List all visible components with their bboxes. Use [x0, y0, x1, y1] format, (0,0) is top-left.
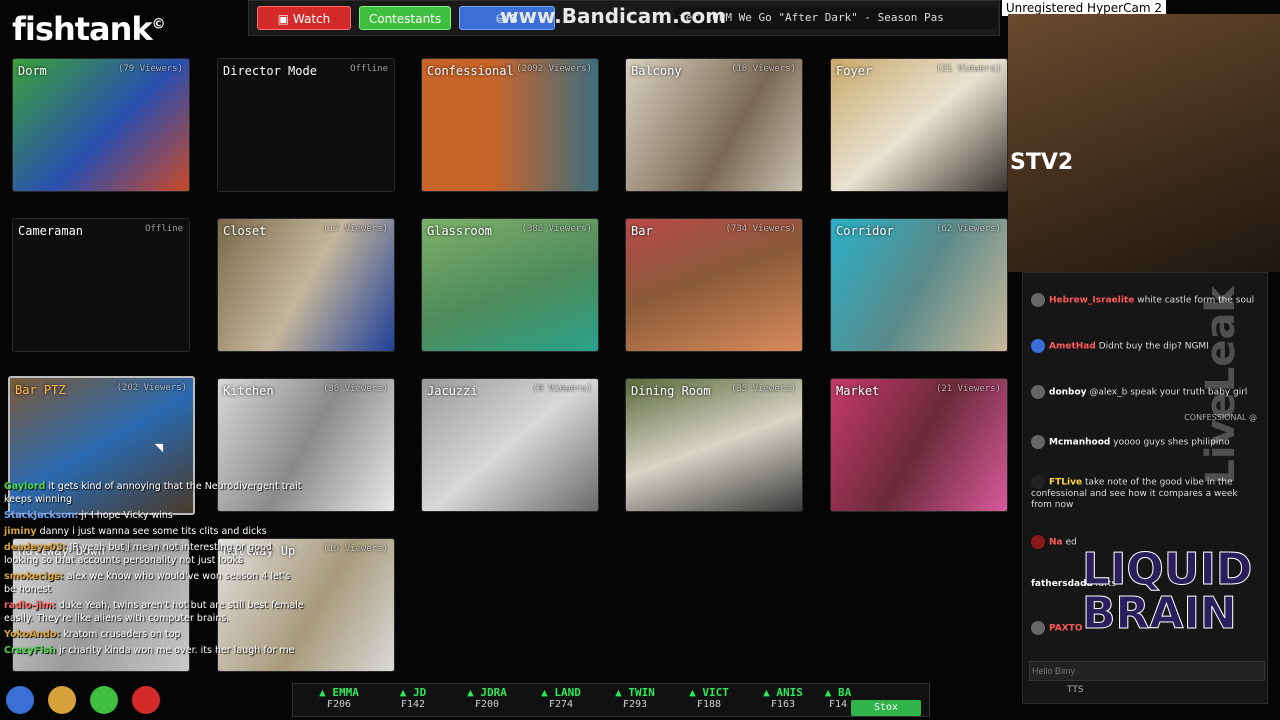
chat-message: jiminy danny i just wanna see some tits …	[4, 526, 267, 537]
badge-icon[interactable]	[6, 686, 34, 714]
chat-message: StackJackson: jr I hope Vicky wins	[4, 510, 173, 521]
avatar	[1031, 435, 1045, 449]
camera-tile[interactable]: Confessional (2092 Viewers)	[421, 58, 599, 192]
recorder-watermark: www.Bandicam.com	[500, 4, 727, 28]
avatar	[1031, 621, 1045, 635]
liveleak-watermark: LiveLeak	[1198, 286, 1244, 485]
badge-icon[interactable]	[132, 686, 160, 714]
avatar	[1031, 535, 1045, 549]
badge-icon[interactable]	[90, 686, 118, 714]
ticker-item[interactable]: ▲ JD ₣142	[377, 686, 449, 710]
chat-message: radio-jim: duke Yeah, twins aren't hot b…	[4, 600, 304, 624]
watch-button[interactable]: ▣ Watch	[257, 6, 351, 30]
camera-tile[interactable]: Bar (734 Viewers)	[625, 218, 803, 352]
liquid-brain-logo: LIQUID BRAIN	[1082, 544, 1253, 639]
camera-tile[interactable]: Cameraman Offline	[12, 218, 190, 352]
ticker-item[interactable]: ▲ EMMA ₣206	[303, 686, 375, 710]
overlay-chat: Gaylord it gets kind of annoying that th…	[4, 480, 304, 660]
avatar	[1031, 293, 1045, 307]
streamer-webcam	[1008, 14, 1280, 272]
tv-icon: ▣	[277, 12, 293, 26]
badge-bar	[0, 682, 170, 720]
ticker-item[interactable]: ▲ JDRA ₣200	[451, 686, 523, 710]
camera-tile[interactable]: Jacuzzi (9 Viewers)	[421, 378, 599, 512]
avatar	[1031, 339, 1045, 353]
camera-tile[interactable]: Balcony (18 Viewers)	[625, 58, 803, 192]
stock-ticker: ▲ EMMA ₣206 ▲ JD ₣142 ▲ JDRA ₣200 ▲ LAND ₣27…	[292, 683, 930, 717]
avatar	[1031, 475, 1045, 489]
chat-message: Gaylord it gets kind of annoying that th…	[4, 481, 302, 505]
ticker-item[interactable]: ▲ VICT ₣188	[673, 686, 745, 710]
chat-message: CrazyFish jr charity kinda won me over. …	[4, 645, 295, 656]
badge-icon[interactable]	[48, 686, 76, 714]
camera-tile[interactable]: Dorm (79 Viewers)	[12, 58, 190, 192]
camera-tile[interactable]: Director Mode Offline	[217, 58, 395, 192]
camera-tile[interactable]: Dining Room (35 Viewers)	[625, 378, 803, 512]
ticker-item[interactable]: ▲ TWIN ₣293	[599, 686, 671, 710]
camera-tile[interactable]: Market (21 Viewers)	[830, 378, 1008, 512]
stox-button[interactable]: Stox	[851, 700, 921, 716]
camera-tile[interactable]: Corridor (62 Viewers)	[830, 218, 1008, 352]
ticker-item[interactable]: ▲ ANIS ₣163	[747, 686, 819, 710]
chat-message: YokoAndo: kratom crusaders on top	[4, 629, 181, 640]
camera-tile[interactable]: Closet (17 Viewers)	[217, 218, 395, 352]
chat-message: deadeye03: JR yeah but i mean not intere…	[4, 542, 272, 566]
contestants-button[interactable]: Contestants	[359, 6, 451, 30]
stv-logo: STV2	[1010, 150, 1074, 175]
camera-tile[interactable]: Foyer (21 Viewers)	[830, 58, 1008, 192]
chat-message: smokecigs: alex we know who would've won…	[4, 571, 291, 595]
ticker-item[interactable]: ▲ LAND ₣274	[525, 686, 597, 710]
fishtank-logo[interactable]: fishtank©	[12, 10, 166, 48]
avatar	[1031, 385, 1045, 399]
camera-tile[interactable]: Glassroom (388 Viewers)	[421, 218, 599, 352]
